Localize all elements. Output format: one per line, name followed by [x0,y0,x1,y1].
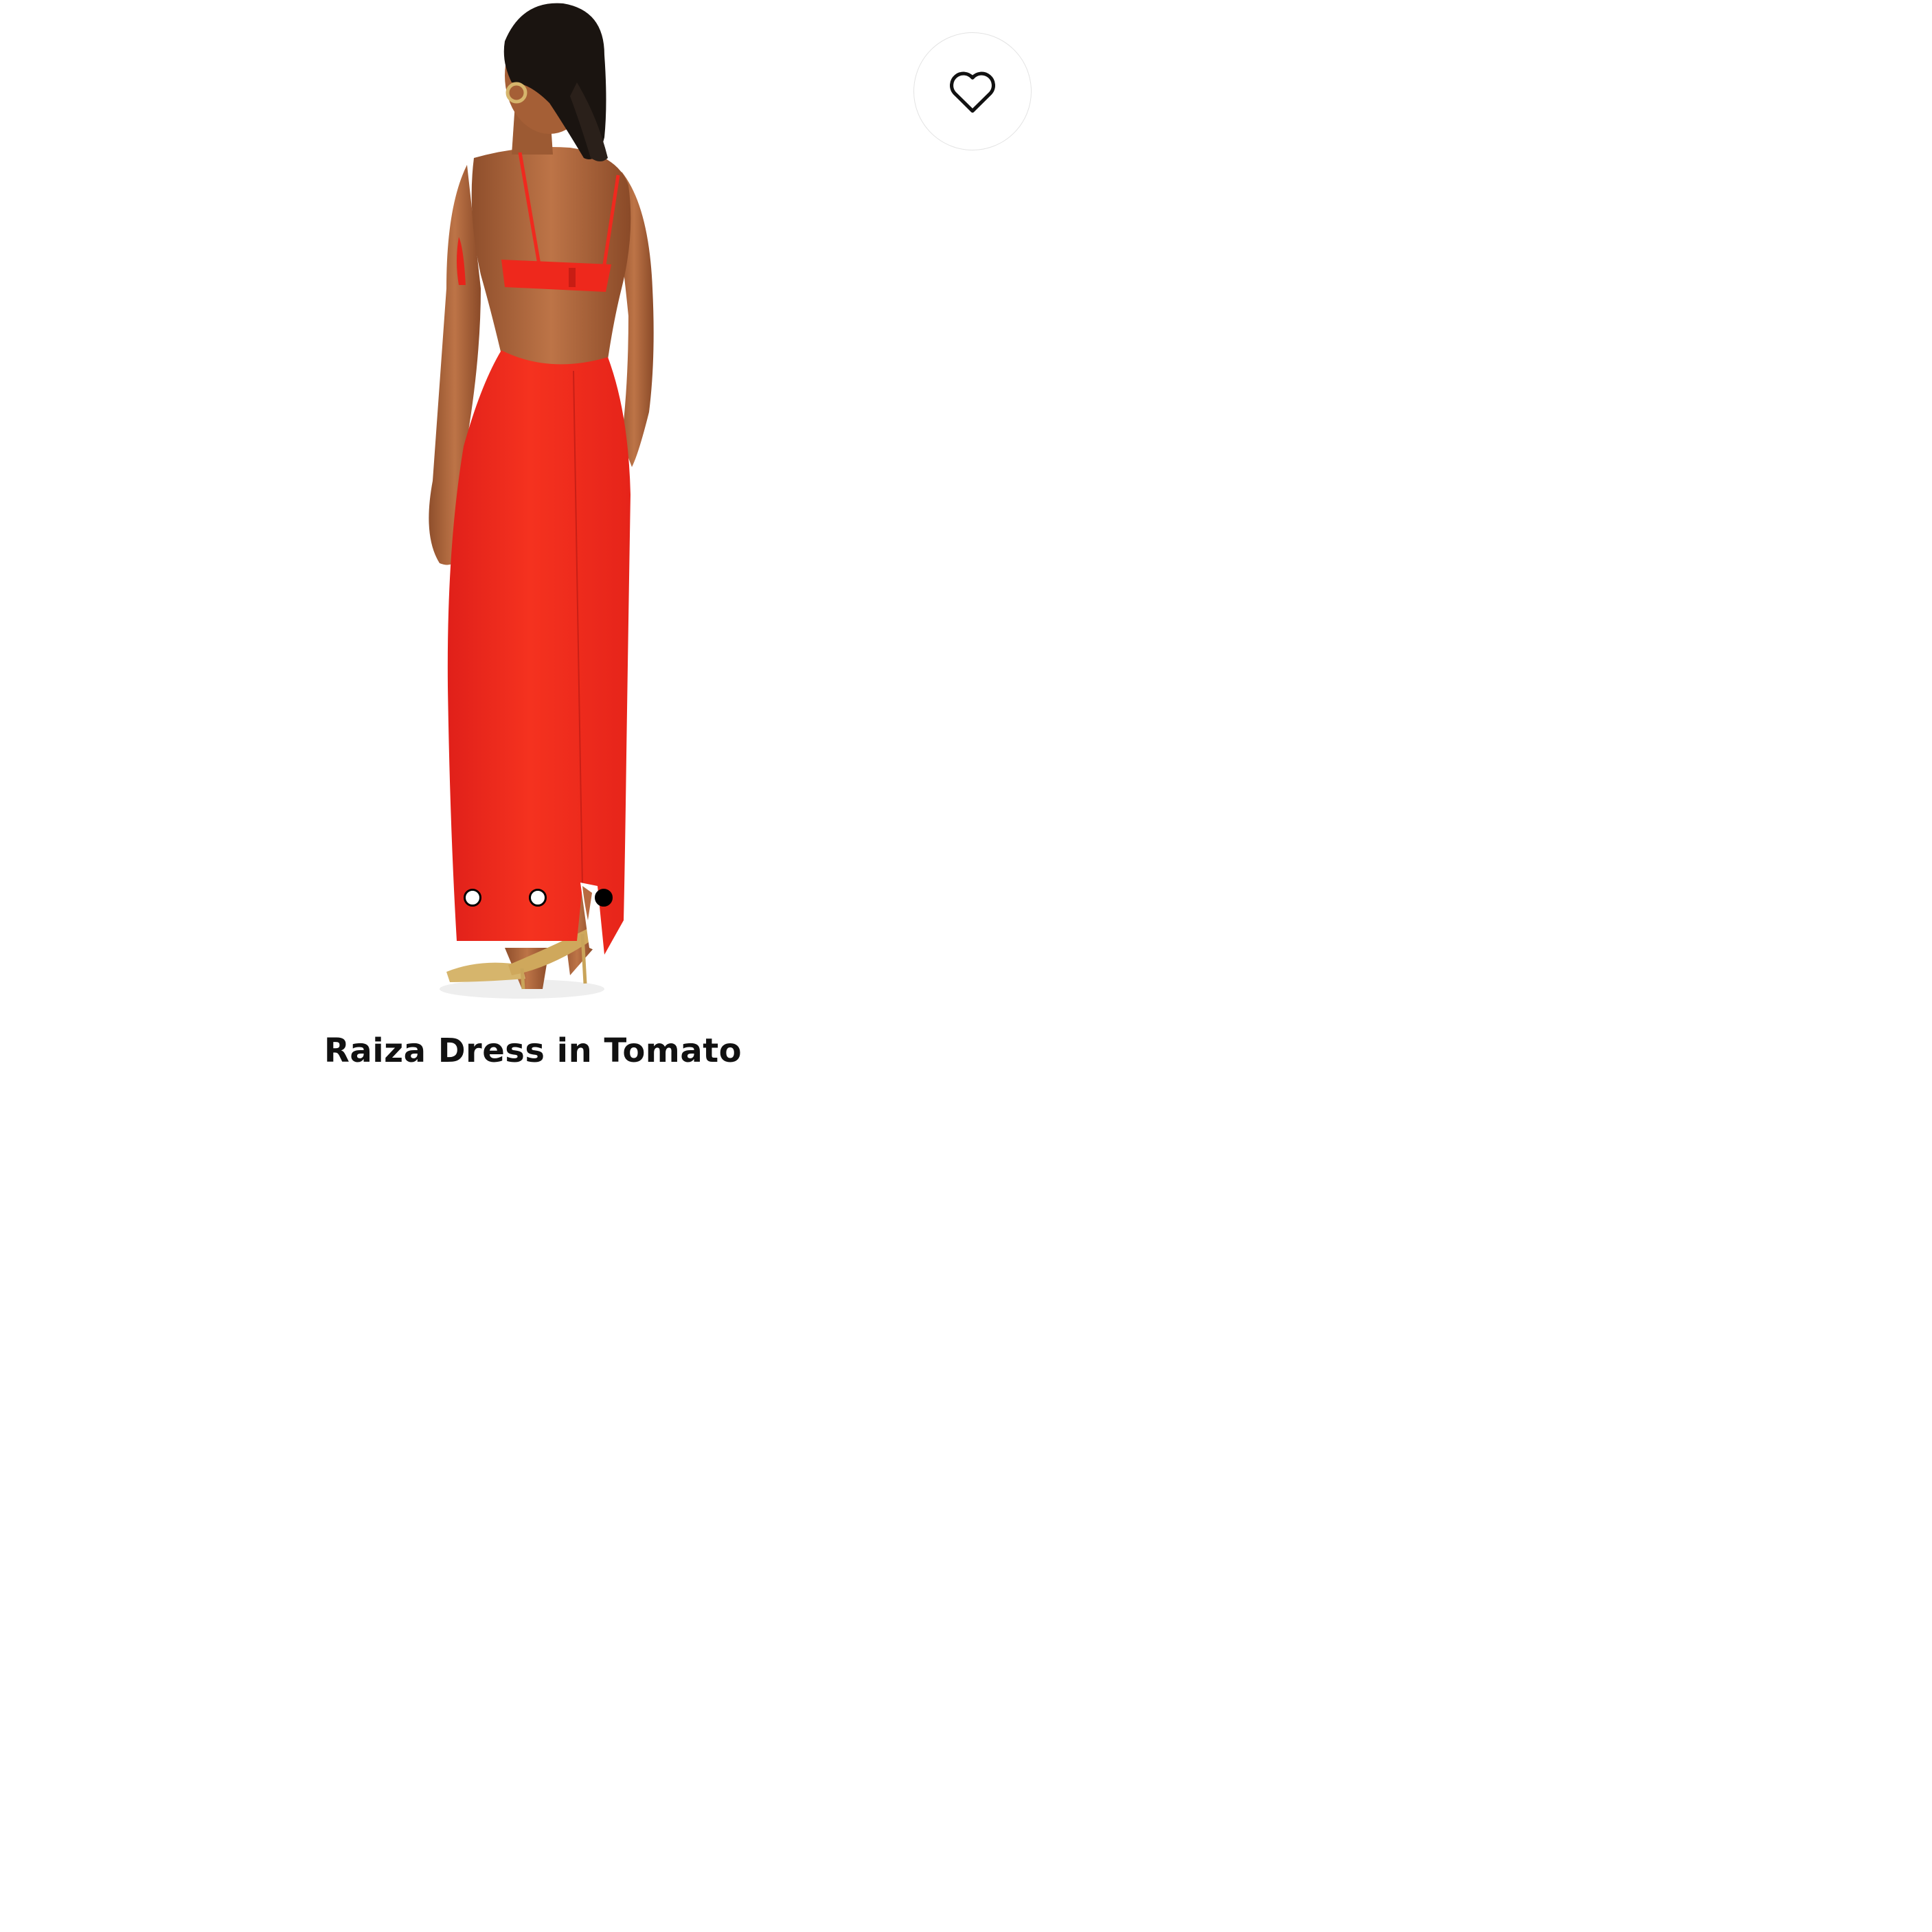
carousel-dot-2[interactable] [529,889,547,907]
carousel-pagination [460,889,618,911]
product-photo [429,3,654,999]
product-title: Raiza Dress in Tomato [323,1032,742,1070]
wishlist-button[interactable] [913,32,1032,150]
product-image[interactable] [0,0,1066,1023]
heart-outline-icon [950,71,995,113]
carousel-dot-3[interactable] [595,889,613,907]
carousel-dot-1[interactable] [464,889,481,907]
